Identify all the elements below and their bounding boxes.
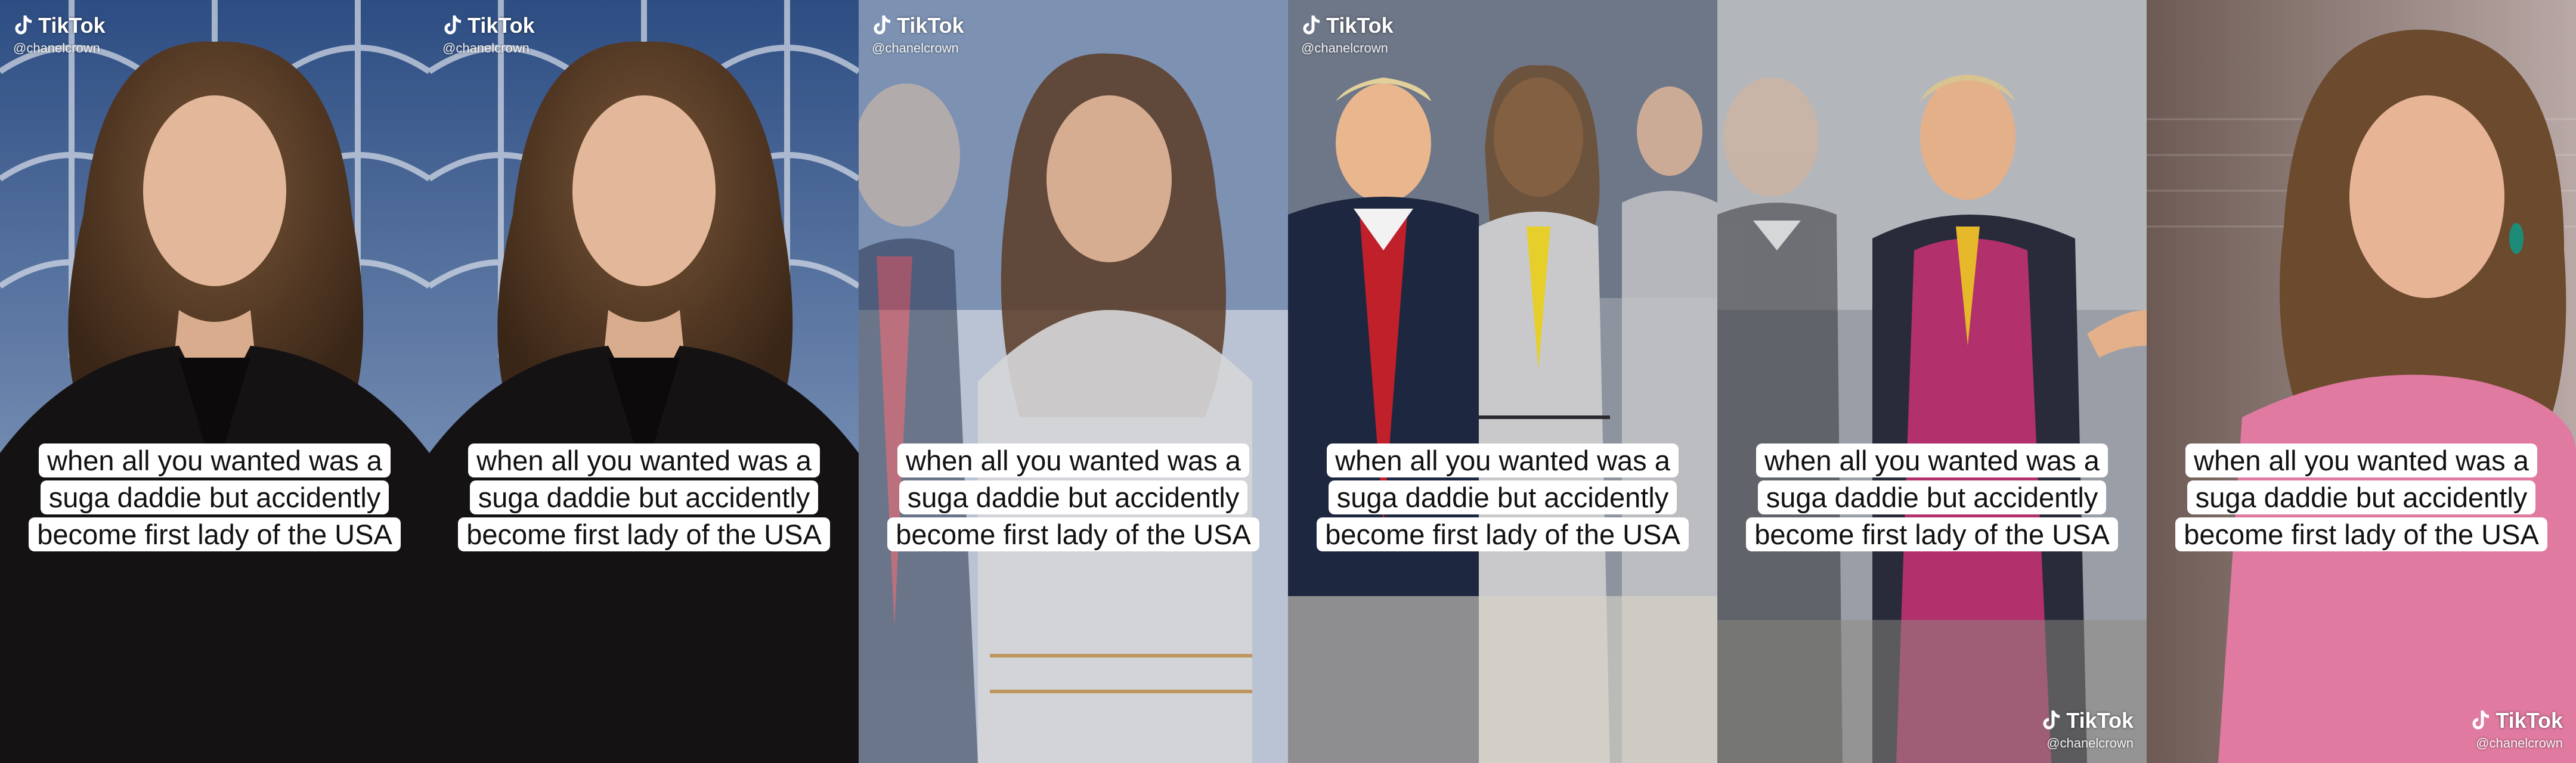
tiktok-brand-label: TikTok [897,13,964,38]
caption-text: when all you wanted was a suga daddie bu… [1317,443,1689,551]
frame-2-image [429,0,859,763]
tiktok-watermark: TikTok @chanelcrown [2470,708,2563,751]
caption-text: when all you wanted was a suga daddie bu… [29,443,401,551]
frame-6-image [2147,0,2576,763]
tiktok-username: @chanelcrown [872,41,959,55]
tiktok-brand-label: TikTok [1326,13,1394,38]
tiktok-brand-label: TikTok [2066,708,2134,733]
video-frame-4: TikTok @chanelcrown when all you wanted … [1288,0,1717,763]
tiktok-watermark: TikTok @chanelcrown [2041,708,2134,751]
caption-text: when all you wanted was a suga daddie bu… [887,443,1259,551]
tiktok-logo-icon [1303,15,1320,35]
tiktok-watermark: TikTok @chanelcrown [442,13,535,56]
caption-text: when all you wanted was a suga daddie bu… [1746,443,2118,551]
caption-text: when all you wanted was a suga daddie bu… [2175,443,2547,551]
tiktok-logo-icon [15,15,32,35]
tiktok-logo-icon [2472,711,2490,730]
video-frame-strip: TikTok @chanelcrown when all you wanted … [0,0,2576,763]
tiktok-username: @chanelcrown [13,41,100,55]
tiktok-logo-icon [2043,711,2060,730]
frame-5-image [1717,0,2147,763]
tiktok-watermark: TikTok @chanelcrown [13,13,106,56]
tiktok-username: @chanelcrown [2046,736,2134,750]
tiktok-brand-label: TikTok [2496,708,2563,733]
tiktok-username: @chanelcrown [442,41,530,55]
frame-1-image [0,0,429,763]
frame-3-image [859,0,1288,763]
tiktok-logo-icon [444,15,462,35]
video-frame-3: TikTok @chanelcrown when all you wanted … [859,0,1288,763]
video-frame-6: TikTok @chanelcrown when all you wanted … [2147,0,2576,763]
video-frame-5: TikTok @chanelcrown when all you wanted … [1717,0,2147,763]
tiktok-brand-label: TikTok [467,13,535,38]
caption-text: when all you wanted was a suga daddie bu… [458,443,830,551]
tiktok-username: @chanelcrown [2476,736,2563,750]
video-frame-2: TikTok @chanelcrown when all you wanted … [429,0,859,763]
tiktok-watermark: TikTok @chanelcrown [872,13,964,56]
tiktok-watermark: TikTok @chanelcrown [1301,13,1394,56]
tiktok-brand-label: TikTok [38,13,106,38]
tiktok-username: @chanelcrown [1301,41,1388,55]
video-frame-1: TikTok @chanelcrown when all you wanted … [0,0,429,763]
frame-4-image [1288,0,1717,763]
tiktok-logo-icon [874,15,891,35]
